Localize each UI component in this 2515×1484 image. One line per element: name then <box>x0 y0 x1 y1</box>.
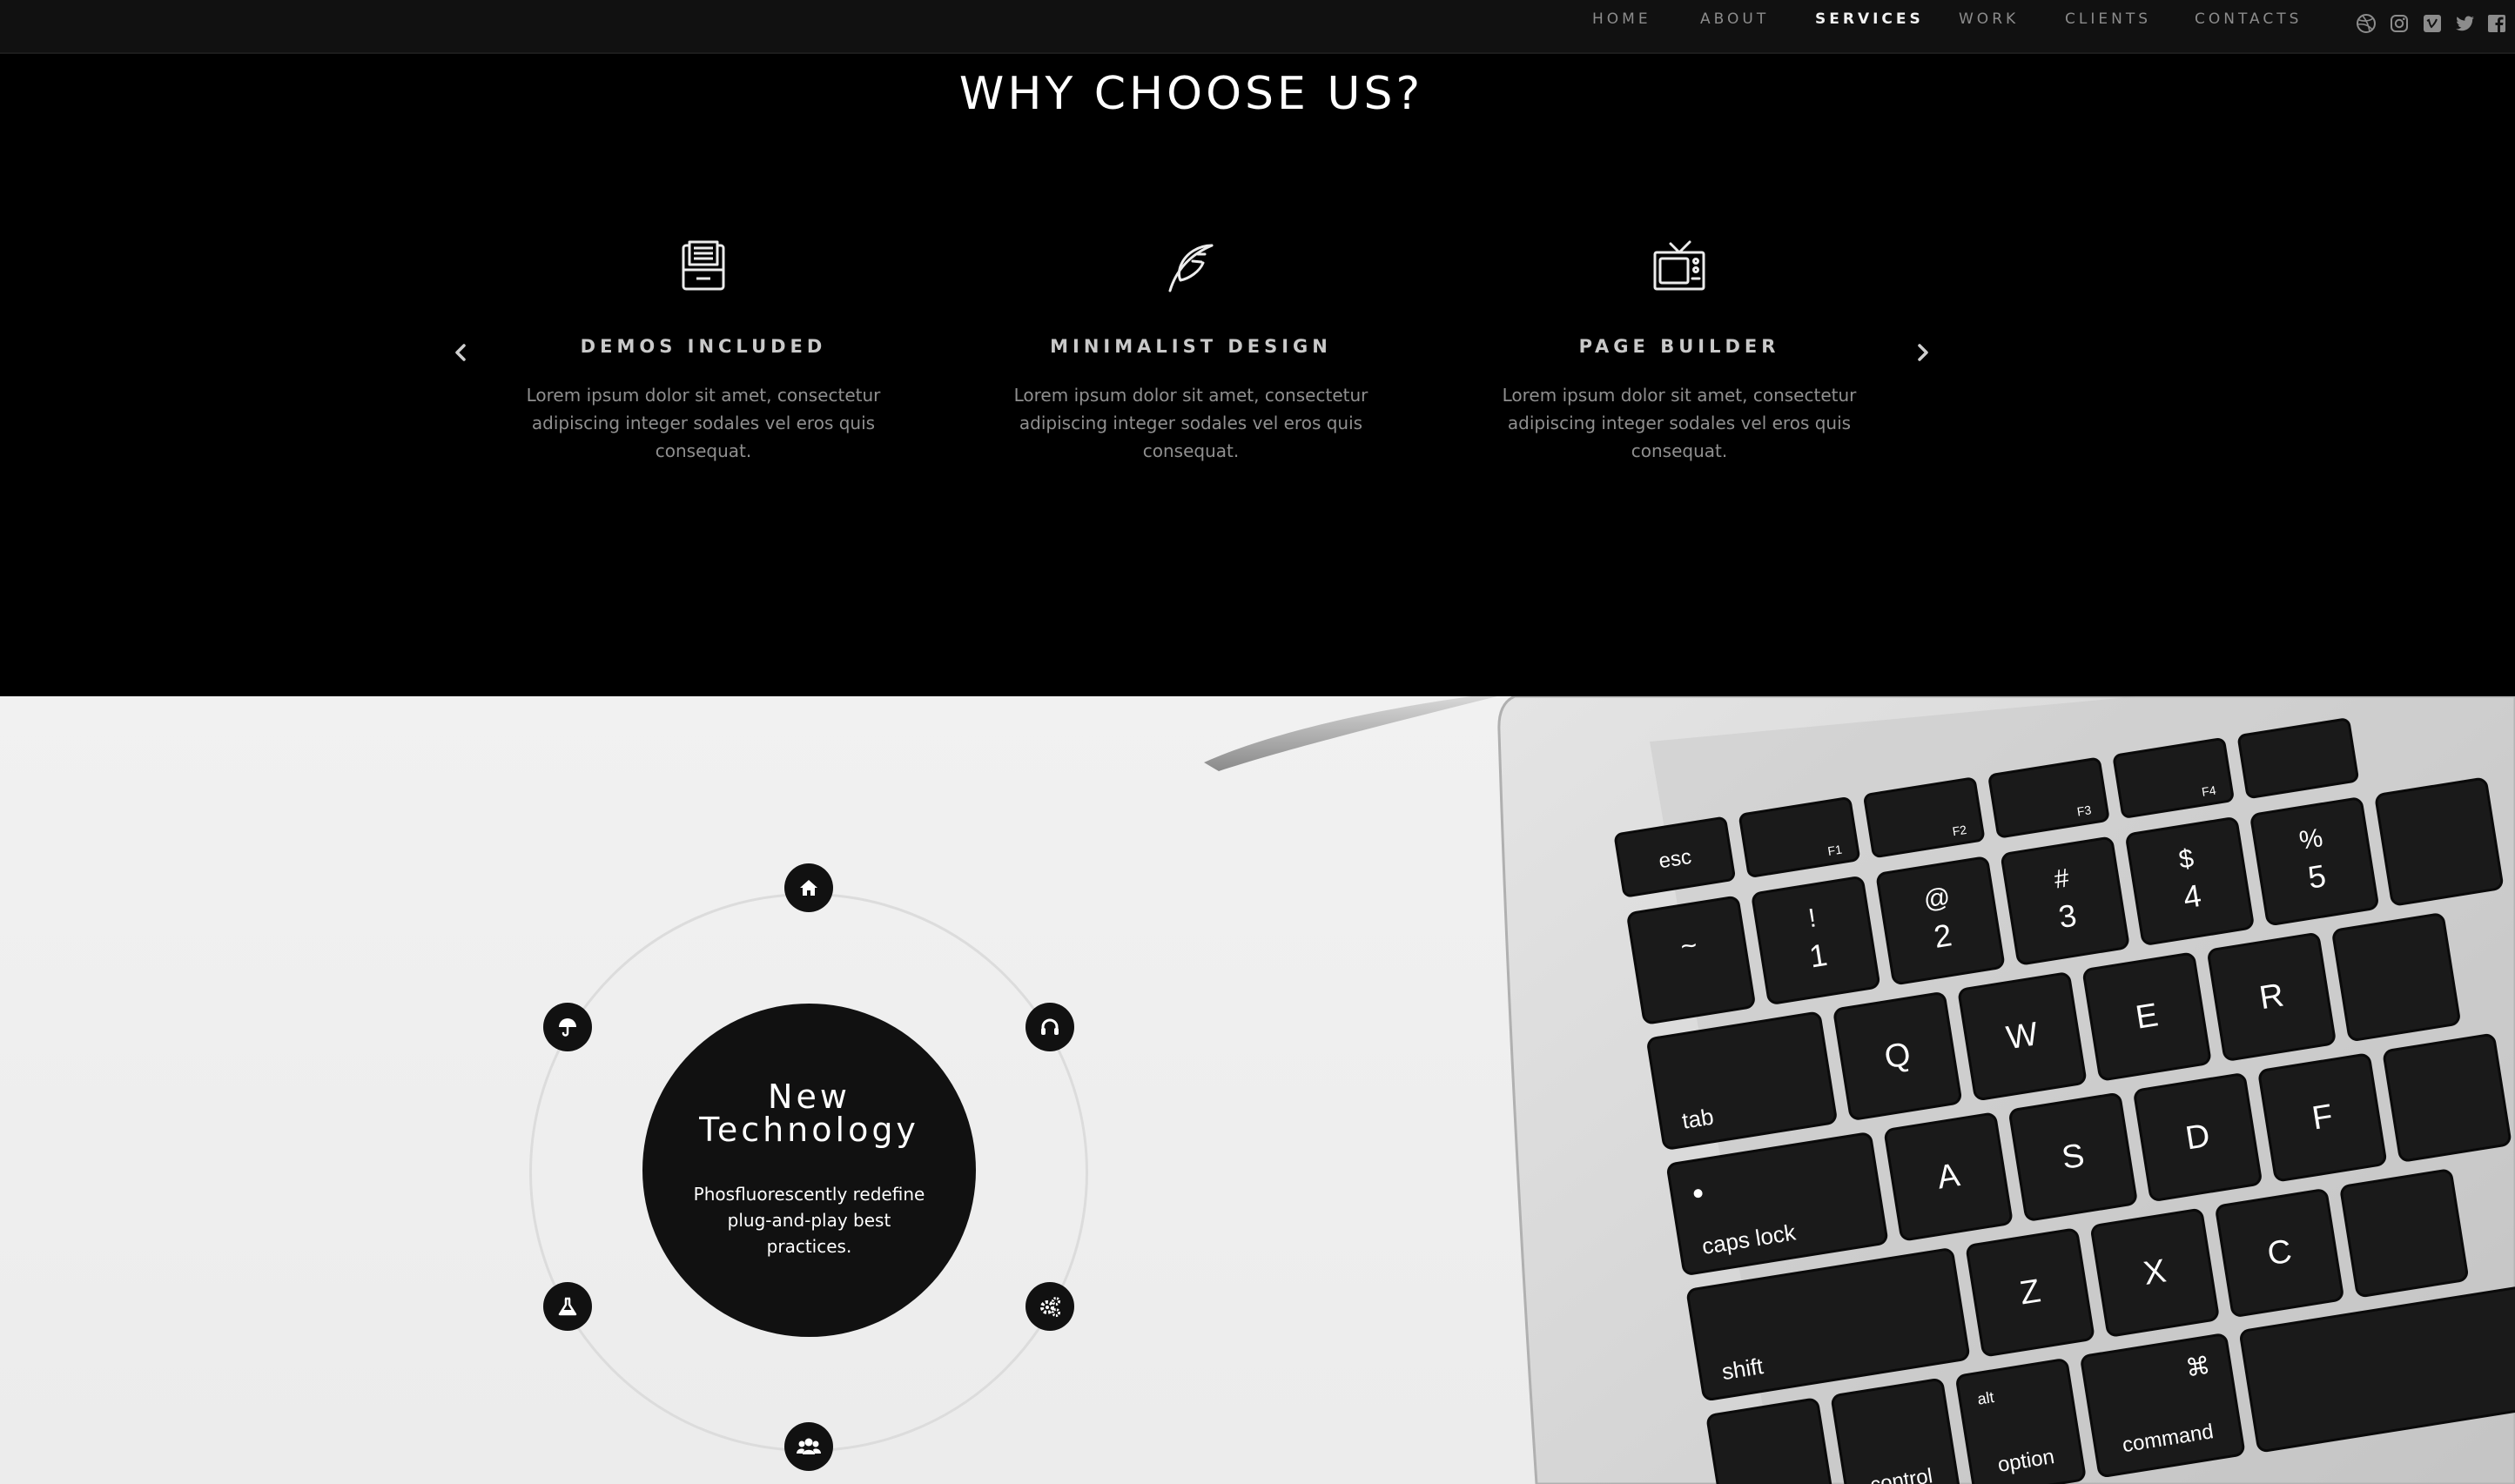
key-label: F1 <box>1826 843 1843 858</box>
key-label: esc <box>1658 845 1693 874</box>
instagram-icon[interactable] <box>2389 13 2410 34</box>
nav-work[interactable]: WORK <box>1959 10 2019 28</box>
key-control <box>1831 1378 1961 1484</box>
umbrella-icon <box>559 1018 576 1037</box>
key-label: @ <box>1921 883 1952 915</box>
feature-card: PAGE BUILDER Lorem ipsum dolor sit amet,… <box>1479 235 1880 465</box>
twitter-icon[interactable] <box>2455 13 2476 34</box>
users-icon <box>797 1438 821 1454</box>
key-6 <box>2375 777 2504 906</box>
nav-about[interactable]: ABOUT <box>1700 10 1769 28</box>
carousel-prev-arrow-icon[interactable] <box>447 339 474 366</box>
nav-clients[interactable]: CLIENTS <box>2065 10 2151 28</box>
dribbble-icon[interactable] <box>2356 13 2377 34</box>
flask-icon <box>558 1297 577 1316</box>
orbit-team-button[interactable] <box>784 1422 833 1471</box>
key-g <box>2383 1033 2512 1162</box>
key-label: F4 <box>2201 782 2217 798</box>
key-label: ⌘ <box>2184 1352 2213 1382</box>
vimeo-icon[interactable] <box>2422 13 2443 34</box>
technology-section: esc F1 F2 F3 F4 ~ ! 1 @ 2 # 3 $ 4 % 5 ta… <box>0 696 2515 1484</box>
feature-title: DEMOS INCLUDED <box>580 336 827 357</box>
inbox-tray-icon <box>682 240 725 291</box>
carousel-next-arrow-icon[interactable] <box>1910 339 1936 366</box>
gears-icon <box>1040 1297 1060 1317</box>
home-icon <box>800 880 817 896</box>
key-v <box>2340 1169 2469 1298</box>
key-label: alt <box>1976 1388 1995 1408</box>
tv-icon <box>1653 240 1705 291</box>
hub-text: Phosfluorescently redefine plug-and-play… <box>693 1184 925 1257</box>
key-label: F3 <box>2076 802 2093 818</box>
feature-title: MINIMALIST DESIGN <box>1050 336 1332 357</box>
nav-home[interactable]: HOME <box>1592 10 1651 28</box>
orbit-support-button[interactable] <box>1026 1003 1074 1051</box>
feature-card: DEMOS INCLUDED Lorem ipsum dolor sit ame… <box>503 235 904 465</box>
feature-text: Lorem ipsum dolor sit amet, consectetur … <box>526 385 881 461</box>
key-t <box>2332 913 2460 1041</box>
key-command <box>2081 1333 2245 1478</box>
key-label: F2 <box>1952 823 1968 838</box>
feature-text: Lorem ipsum dolor sit amet, consectetur … <box>1013 385 1368 461</box>
key-label: tab <box>1680 1104 1715 1134</box>
nav-services[interactable]: SERVICES <box>1815 10 1924 28</box>
hub-title: New Technology <box>699 1078 919 1149</box>
orbit-home-button[interactable] <box>784 863 833 912</box>
feature-title: PAGE BUILDER <box>1578 336 1780 357</box>
top-nav: HOME ABOUT SERVICES WORK CLIENTS CONTACT… <box>0 0 2515 54</box>
hub-center: New Technology Phosfluorescently redefin… <box>642 1004 976 1337</box>
key-label: W <box>2004 1016 2041 1057</box>
section-title: WHY CHOOSE US? <box>958 68 1424 120</box>
facebook-icon[interactable] <box>2486 13 2507 34</box>
orbit-lab-button[interactable] <box>543 1282 592 1331</box>
headset-icon <box>1041 1018 1059 1035</box>
laptop-keyboard-image: esc F1 F2 F3 F4 ~ ! 1 @ 2 # 3 $ 4 % 5 ta… <box>1204 696 2515 1484</box>
feature-text: Lorem ipsum dolor sit amet, consectetur … <box>1502 385 1857 461</box>
orbit-settings-button[interactable] <box>1026 1282 1074 1331</box>
key-label: % <box>2297 823 2325 856</box>
nav-contacts[interactable]: CONTACTS <box>2195 10 2302 28</box>
feather-icon <box>1168 244 1214 292</box>
orbit-protection-button[interactable] <box>543 1003 592 1051</box>
feature-card: MINIMALIST DESIGN Lorem ipsum dolor sit … <box>991 235 1391 465</box>
